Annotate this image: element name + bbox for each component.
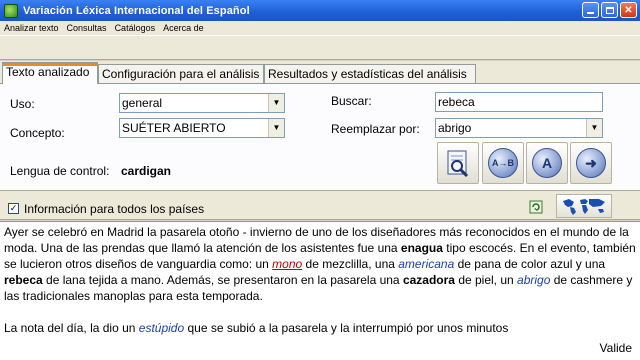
uso-value: general (122, 96, 163, 110)
font-a-icon: A (532, 148, 562, 178)
uso-select[interactable]: general ▼ (119, 93, 285, 113)
uso-label: Uso: (10, 97, 35, 111)
all-countries-checkbox[interactable]: ✓ (8, 203, 19, 214)
info-strip: ✓ Información para todos los países (0, 190, 640, 220)
text-paragraph-1: Ayer se celebró en Madrid la pasarela ot… (4, 224, 636, 304)
reemplazar-select[interactable]: abrigo ▼ (435, 118, 603, 138)
marked-word: abrigo (517, 273, 551, 287)
buscar-label: Buscar: (331, 94, 372, 108)
tab-configuracion[interactable]: Configuración para el análisis (98, 64, 264, 84)
buscar-value: rebeca (438, 95, 475, 109)
text-segment: que se subió a la pasarela y la interrum… (184, 321, 509, 335)
menu-consultas[interactable]: Consultas (63, 23, 111, 33)
title-bar: Variación Léxica Internacional del Españ… (0, 0, 640, 21)
marked-word: mono (272, 257, 303, 271)
concepto-label: Concepto: (10, 126, 65, 140)
marked-word: rebeca (4, 273, 43, 287)
refresh-button[interactable] (526, 197, 546, 217)
refresh-icon (529, 200, 543, 214)
concepto-value: SUÉTER ABIERTO (122, 121, 226, 135)
lengua-control-label: Lengua de control: (10, 164, 110, 178)
text-paragraph-2: La nota del día, la dio un estúpido que … (4, 320, 636, 336)
world-map-button[interactable] (556, 194, 612, 218)
status-valide: Valide (599, 341, 632, 355)
replace-button[interactable]: A→B (482, 142, 524, 184)
toolbar-strip (0, 35, 640, 60)
replace-ab-icon: A→B (488, 148, 518, 178)
close-icon: ✕ (624, 4, 633, 16)
menu-analizar-texto[interactable]: Analizar texto (0, 23, 63, 33)
marked-word: estúpido (138, 321, 185, 335)
reemplazar-label: Reemplazar por: (331, 122, 420, 136)
font-button[interactable]: A (526, 142, 568, 184)
search-doc-icon (447, 150, 469, 178)
world-map-icon (563, 199, 605, 215)
buscar-input[interactable]: rebeca (435, 92, 603, 112)
concepto-select[interactable]: SUÉTER ABIERTO ▼ (119, 118, 285, 138)
window-title: Variación Léxica Internacional del Españ… (23, 4, 250, 17)
analysis-panel: Uso: general ▼ Concepto: SUÉTER ABIERTO … (0, 83, 640, 190)
text-segment: de piel, un (454, 273, 518, 287)
menu-bar: Analizar texto Consultas Catálogos Acerc… (0, 21, 640, 35)
chevron-down-icon: ▼ (268, 94, 284, 112)
text-segment: de pana de color azul y una (454, 257, 606, 271)
marked-word: enagua (400, 241, 443, 255)
lengua-control-value: cardigan (121, 164, 172, 178)
tab-resultados[interactable]: Resultados y estadísticas del análisis (264, 64, 476, 84)
tab-texto-analizado[interactable]: Texto analizado (2, 62, 98, 84)
text-segment: de lana tejida a mano. Además, se presen… (42, 273, 403, 287)
marked-word: cazadora (402, 273, 455, 287)
search-button[interactable] (437, 142, 479, 184)
all-countries-label: Información para todos los países (24, 202, 205, 216)
menu-acerca-de[interactable]: Acerca de (159, 23, 208, 33)
maximize-icon (605, 6, 614, 14)
close-button[interactable]: ✕ (620, 2, 637, 18)
maximize-button[interactable] (601, 2, 618, 18)
tab-strip: Texto analizado Configuración para el an… (0, 61, 640, 84)
exit-button[interactable]: ➜ (570, 142, 612, 184)
exit-arrow-icon: ➜ (576, 148, 606, 178)
window-controls: ✕ (582, 2, 637, 18)
marked-word: americana (398, 257, 455, 271)
text-segment: La nota del día, la dio un (4, 321, 139, 335)
reemplazar-value: abrigo (438, 121, 472, 135)
minimize-icon (587, 12, 594, 14)
chevron-down-icon: ▼ (586, 119, 602, 137)
app-icon (4, 3, 18, 18)
text-segment: de mezclilla, una (302, 257, 399, 271)
menu-catalogos[interactable]: Catálogos (111, 23, 160, 33)
analyzed-text-area[interactable]: Ayer se celebró en Madrid la pasarela ot… (0, 221, 640, 360)
chevron-down-icon: ▼ (268, 119, 284, 137)
minimize-button[interactable] (582, 2, 599, 18)
